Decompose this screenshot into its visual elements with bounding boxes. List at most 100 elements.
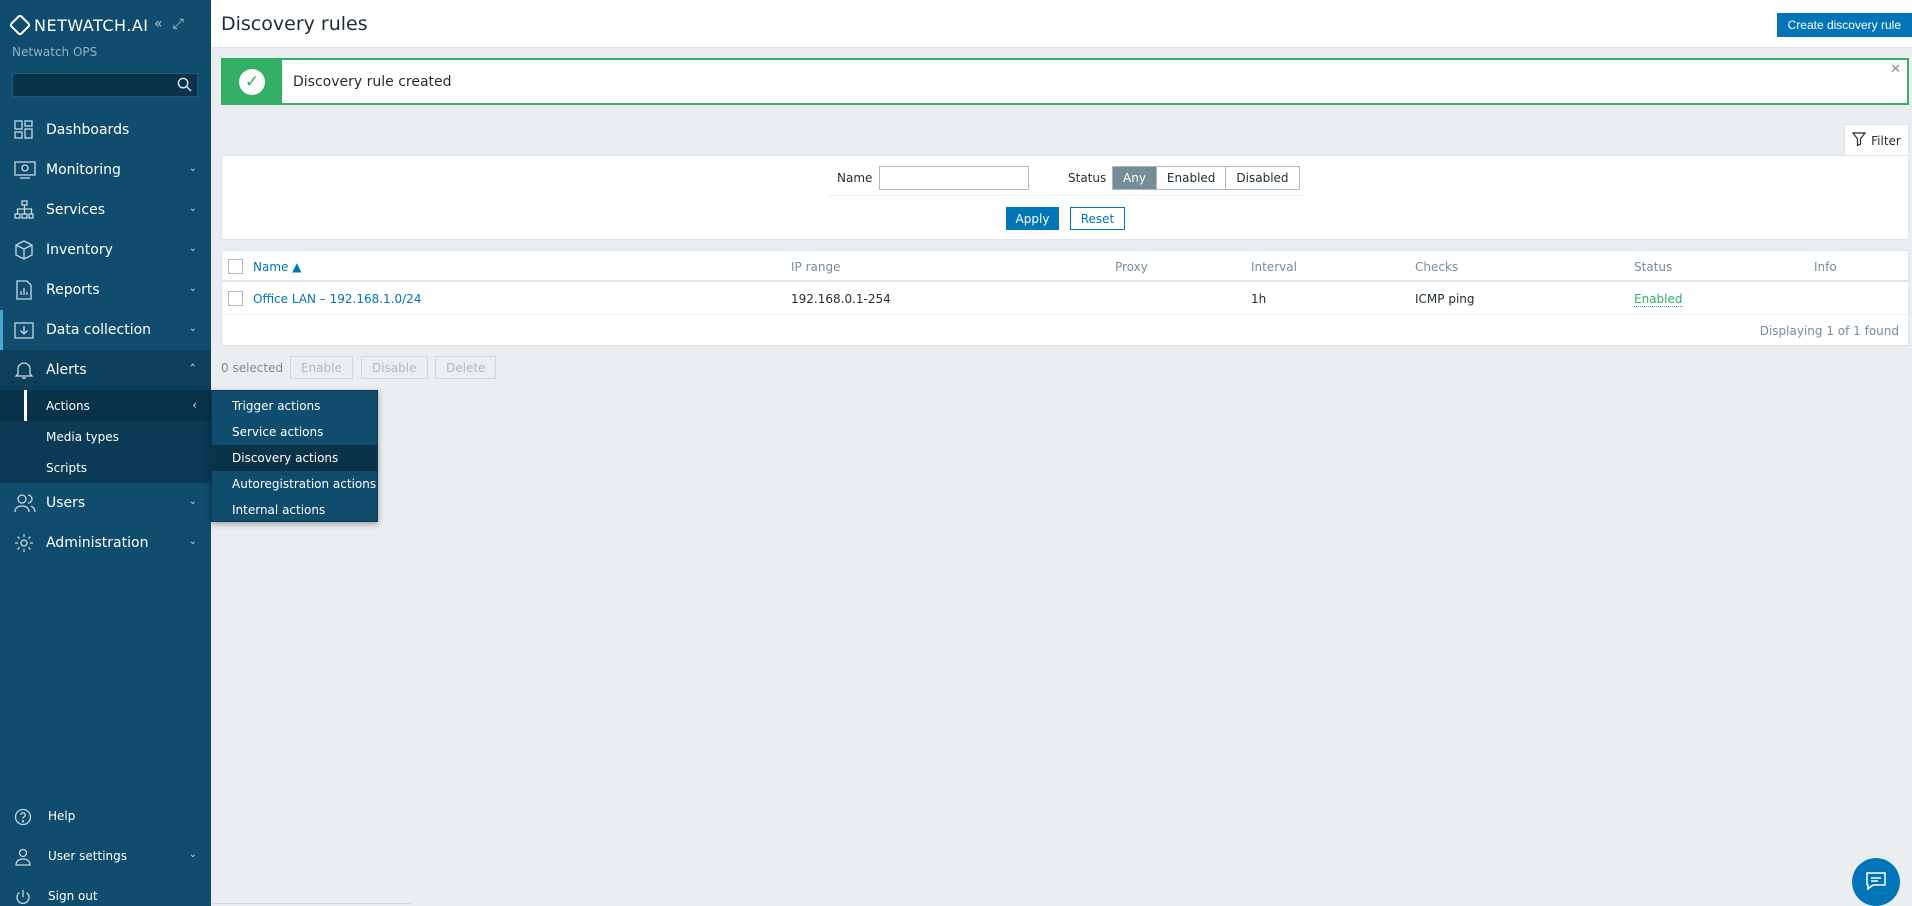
subnav-media-types[interactable]: Media types [0,421,211,452]
subnav-scripts[interactable]: Scripts [0,452,211,483]
chevron-down-icon: ⌄ [188,203,197,214]
filter-status-label: Status [1068,171,1107,185]
nav-alerts[interactable]: Alerts ⌃ [0,350,211,390]
nav-label: Inventory [46,242,113,258]
column-header-name[interactable]: Name ▲ [253,260,301,274]
column-name-label: Name [253,260,289,274]
nav-users[interactable]: Users ⌄ [0,483,211,523]
table-row: Office LAN – 192.168.1.0/24 192.168.0.1-… [222,283,1908,315]
sort-asc-icon: ▲ [292,260,302,274]
user-icon [14,848,32,866]
cell-interval: 1h [1251,292,1267,306]
search-icon[interactable] [177,77,192,95]
users-icon [14,493,36,513]
selected-count: 0 selected [221,361,284,375]
chevron-down-icon: ⌄ [188,536,197,547]
gear-icon [14,533,34,553]
subnav-label: Actions [46,398,90,413]
menu-item-discovery-actions[interactable]: Discovery actions [212,445,377,471]
data-collection-icon [14,320,34,340]
power-icon [14,888,32,906]
message-text: Discovery rule created [293,74,452,90]
services-icon [14,200,34,220]
kiosk-mode-icon[interactable]: ⤢ [173,16,184,32]
subnav-label: Media types [46,429,119,444]
filter-name-label: Name [837,171,873,185]
page-title: Discovery rules [221,13,368,35]
nav-label: Alerts [46,362,87,378]
nav-user-settings[interactable]: User settings ⌄ [0,836,211,876]
filter-tab-label: Filter [1871,133,1901,148]
nav-label: Services [46,202,106,218]
disable-button[interactable]: Disable [361,356,428,379]
bell-icon [14,360,34,380]
help-icon [14,808,32,826]
nav-data-collection[interactable]: Data collection ⌄ [0,310,211,350]
sidebar: NETWATCH.AI « ⤢ Netwatch OPS Dashboards … [0,0,211,906]
nav-administration[interactable]: Administration ⌄ [0,523,211,563]
chevron-down-icon: ⌄ [188,849,197,860]
menu-item-service-actions[interactable]: Service actions [212,419,377,445]
reset-button[interactable]: Reset [1070,207,1125,230]
apply-button[interactable]: Apply [1006,207,1059,230]
chevron-down-icon: ⌄ [188,283,197,294]
delete-button[interactable]: Delete [435,356,497,379]
menu-item-internal-actions[interactable]: Internal actions [212,497,377,523]
close-icon[interactable]: ✕ [1890,62,1901,77]
create-discovery-rule-button[interactable]: Create discovery rule [1776,13,1912,37]
nav-label: Help [48,809,76,823]
nav-help[interactable]: Help [0,796,211,836]
filter-tab[interactable]: Filter [1844,124,1909,156]
status-option-any[interactable]: Any [1113,167,1156,189]
subnav-actions[interactable]: Actions ‹ [0,390,211,421]
nav-label: User settings [48,849,128,863]
sidebar-controls: « ⤢ [154,16,184,32]
cell-ip-range: 192.168.0.1-254 [791,292,891,306]
rule-name-link[interactable]: Office LAN – 192.168.1.0/24 [253,292,421,306]
filter-divider [828,195,1305,196]
menu-item-trigger-actions[interactable]: Trigger actions [212,393,377,419]
status-option-disabled[interactable]: Disabled [1225,167,1299,189]
column-header-interval: Interval [1251,260,1297,274]
dashboards-icon [14,120,34,140]
bottom-divider [211,903,411,904]
logo-icon [8,13,32,37]
search-input[interactable] [12,73,198,97]
nav-reports[interactable]: Reports ⌄ [0,270,211,310]
collapse-sidebar-icon[interactable]: « [154,16,163,32]
chevron-down-icon: ⌄ [188,163,197,174]
enable-button[interactable]: Enable [290,356,353,379]
chevron-down-icon: ⌄ [188,496,197,507]
status-segmented-control: Any Enabled Disabled [1112,166,1300,190]
nav-label: Administration [46,535,149,551]
status-option-enabled[interactable]: Enabled [1155,167,1226,189]
bottom-nav: Help User settings ⌄ Sign out [0,796,211,906]
nav-sign-out[interactable]: Sign out [0,876,211,906]
monitoring-icon [14,160,36,180]
reports-icon [14,280,34,300]
filter-name-input[interactable] [879,166,1029,190]
nav-label: Reports [46,282,100,298]
column-header-status: Status [1634,260,1673,274]
chat-support-button[interactable] [1852,858,1900,906]
page-header: Discovery rules Create discovery rule [211,0,1912,48]
nav-services[interactable]: Services ⌄ [0,190,211,230]
menu-item-autoregistration-actions[interactable]: Autoregistration actions [212,471,377,497]
nav-label: Data collection [46,322,152,338]
main-nav: Dashboards Monitoring ⌄ Services ⌄ Inven… [0,110,211,563]
chevron-left-icon: ‹ [192,398,197,412]
success-icon-bg: ✓ [223,60,282,103]
logo-text: NETWATCH.AI [34,15,149,35]
column-header-proxy: Proxy [1115,260,1148,274]
nav-dashboards[interactable]: Dashboards [0,110,211,150]
filter-icon [1851,132,1867,149]
check-icon: ✓ [239,69,265,95]
status-toggle-link[interactable]: Enabled [1634,292,1683,307]
nav-monitoring[interactable]: Monitoring ⌄ [0,150,211,190]
select-all-checkbox[interactable] [228,259,243,274]
org-name: Netwatch OPS [12,45,98,59]
nav-inventory[interactable]: Inventory ⌄ [0,230,211,270]
row-checkbox[interactable] [228,291,243,306]
logo[interactable]: NETWATCH.AI [8,13,149,37]
chat-icon [1865,871,1887,894]
